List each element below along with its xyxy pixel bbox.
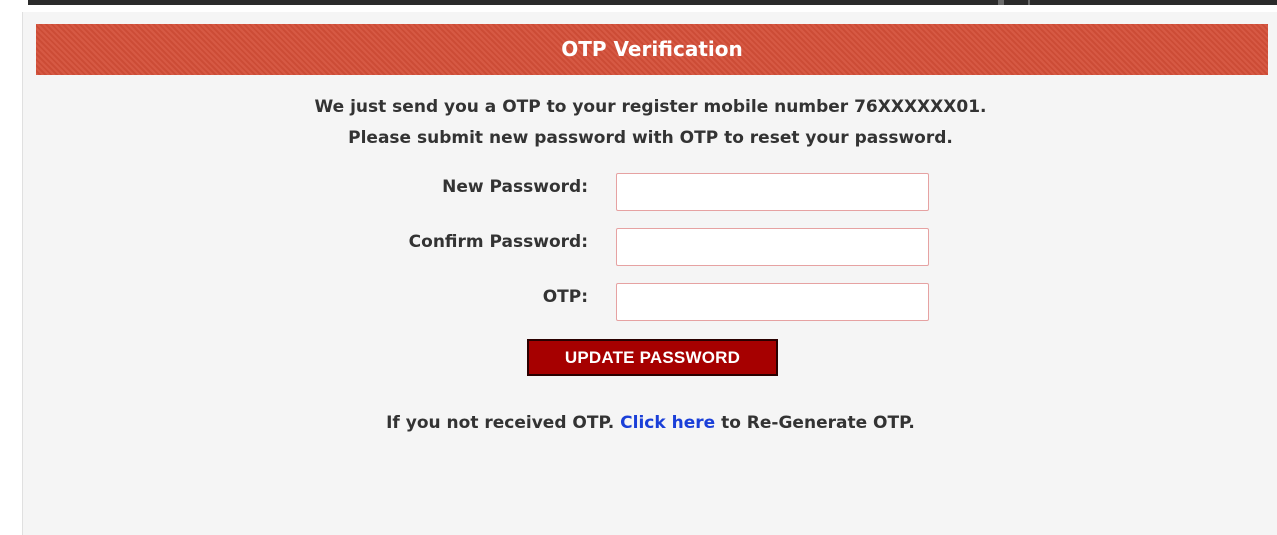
otp-input[interactable] [616,283,929,321]
confirm-password-input[interactable] [616,228,929,266]
new-password-row: New Password: [23,173,1277,215]
new-password-input[interactable] [616,173,929,211]
otp-label: OTP: [542,287,588,307]
update-password-button[interactable]: UPDATE PASSWORD [527,339,778,376]
confirm-password-label: Confirm Password: [408,232,588,252]
strip-divider [998,0,1004,5]
otp-verification-panel: OTP Verification We just send you a OTP … [22,12,1277,535]
regenerate-otp-line: If you not received OTP. Click here to R… [23,413,1277,433]
instruction-message: Please submit new password with OTP to r… [348,128,953,148]
new-password-label: New Password: [442,177,588,197]
regenerate-otp-link[interactable]: Click here [620,413,715,433]
strip-divider [1028,0,1030,5]
panel-title: OTP Verification [36,24,1268,75]
otp-row: OTP: [23,283,1277,325]
confirm-password-row: Confirm Password: [23,228,1277,270]
regenerate-suffix-text: to Re-Generate OTP. [721,413,915,433]
top-window-strip [28,0,1277,5]
regenerate-prefix-text: If you not received OTP. [386,413,615,433]
otp-sent-message: We just send you a OTP to your register … [314,97,987,117]
